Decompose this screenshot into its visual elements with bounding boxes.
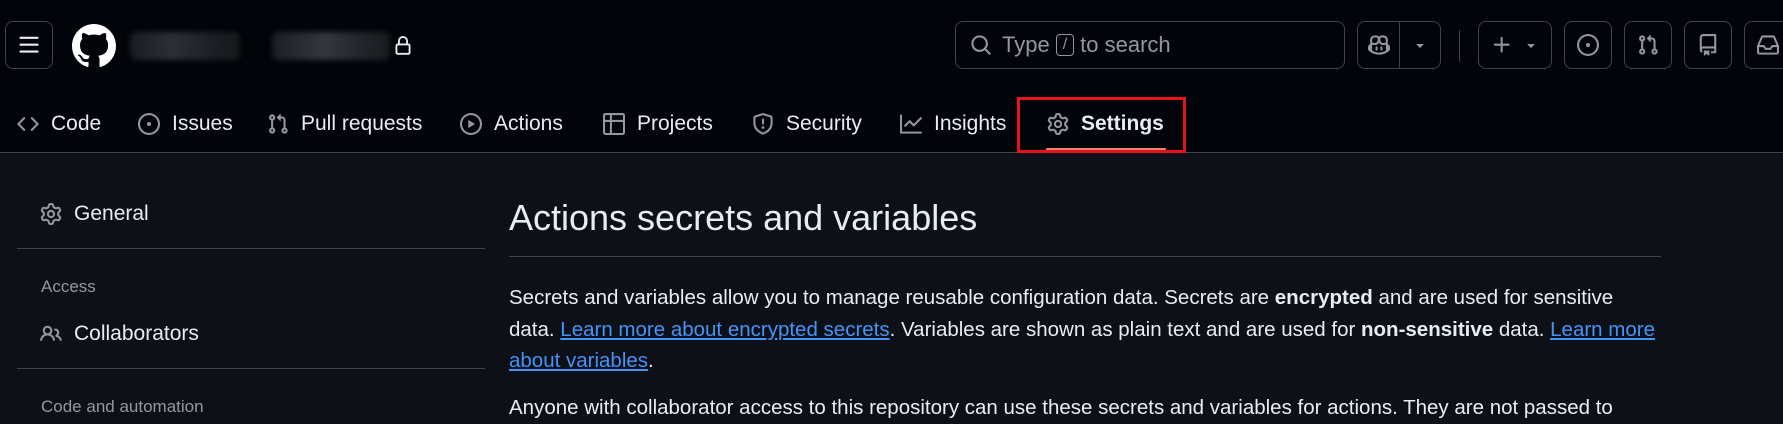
encrypted-emphasis: encrypted — [1274, 286, 1373, 309]
intro-text: data. — [1493, 317, 1551, 341]
tab-projects[interactable]: Projects — [603, 103, 713, 145]
code-icon — [17, 117, 39, 131]
page-title: Actions secrets and variables — [509, 197, 978, 238]
search-shortcut-key: / — [1055, 34, 1075, 56]
github-logo-icon[interactable] — [72, 24, 116, 68]
search-icon — [971, 35, 991, 55]
tab-label: Insights — [934, 112, 1007, 135]
tab-label: Security — [786, 112, 862, 135]
header-separator — [1459, 30, 1460, 62]
sidebar-heading-access: Access — [41, 277, 96, 296]
tab-code[interactable]: Code — [17, 103, 101, 145]
tab-label: Issues — [172, 112, 233, 135]
sidebar-divider — [17, 248, 485, 249]
search-input[interactable]: Type / to search — [955, 21, 1345, 69]
tab-pull-requests[interactable]: Pull requests — [267, 103, 422, 145]
copilot-button[interactable] — [1358, 22, 1399, 68]
tab-label: Pull requests — [301, 112, 423, 135]
tab-label: Projects — [637, 112, 713, 135]
tab-label: Code — [51, 112, 102, 135]
tab-issues[interactable]: Issues — [138, 103, 233, 145]
git-pull-request-icon — [269, 113, 288, 134]
pull-requests-button[interactable] — [1624, 21, 1672, 69]
repo-owner-redacted[interactable] — [130, 32, 240, 60]
menu-button[interactable] — [5, 21, 53, 69]
copilot-dropdown-button[interactable] — [1399, 22, 1440, 68]
triangle-down-icon — [1527, 44, 1535, 48]
copilot-button-group — [1357, 21, 1441, 69]
search-placeholder-prefix: Type — [1002, 32, 1050, 57]
inbox-icon — [1757, 35, 1779, 55]
lock-icon — [395, 36, 411, 55]
sidebar-item-general[interactable]: General — [30, 194, 149, 234]
sidebar-divider — [17, 368, 485, 369]
sidebar-heading-code-automation: Code and automation — [41, 397, 204, 416]
repo-icon — [1699, 34, 1717, 56]
issue-opened-icon — [1577, 34, 1599, 56]
table-icon — [603, 113, 625, 135]
tab-label: Actions — [494, 112, 563, 135]
git-pull-request-icon — [1639, 34, 1658, 55]
gear-icon — [40, 203, 62, 225]
issue-opened-icon — [138, 113, 160, 135]
intro-text: . Variables are shown as plain text and … — [889, 317, 1362, 341]
people-icon — [40, 325, 62, 341]
settings-tab-highlight — [1017, 97, 1186, 153]
repo-name-redacted[interactable] — [272, 32, 390, 60]
shield-icon — [753, 113, 773, 135]
create-new-button[interactable] — [1478, 21, 1552, 69]
play-icon — [460, 113, 482, 135]
search-placeholder-suffix: to search — [1080, 32, 1171, 57]
intro-paragraph: Secrets and variables allow you to manag… — [509, 282, 1661, 377]
sidebar-item-label: General — [74, 202, 149, 225]
tab-actions[interactable]: Actions — [460, 103, 563, 145]
learn-more-secrets-link[interactable]: Learn more about encrypted secrets — [560, 318, 889, 341]
triangle-down-icon — [1416, 44, 1424, 48]
access-paragraph: Anyone with collaborator access to this … — [509, 396, 1613, 419]
title-divider — [509, 256, 1661, 257]
hamburger-icon — [19, 36, 39, 53]
plus-icon — [1493, 36, 1510, 53]
intro-text: Secrets and variables allow you to manag… — [509, 286, 1275, 309]
intro-text: . — [648, 349, 654, 372]
non-sensitive-emphasis: non-sensitive — [1361, 317, 1494, 341]
repositories-button[interactable] — [1684, 21, 1732, 69]
global-header: Type / to search — [0, 0, 1783, 95]
tab-insights[interactable]: Insights — [900, 103, 1006, 145]
sidebar-item-collaborators[interactable]: Collaborators — [30, 314, 199, 354]
graph-icon — [900, 114, 922, 134]
tab-security[interactable]: Security — [752, 103, 862, 145]
copilot-icon — [1367, 35, 1390, 55]
issues-button[interactable] — [1564, 21, 1612, 69]
inbox-button[interactable] — [1744, 21, 1783, 69]
sidebar-item-label: Collaborators — [74, 322, 199, 345]
